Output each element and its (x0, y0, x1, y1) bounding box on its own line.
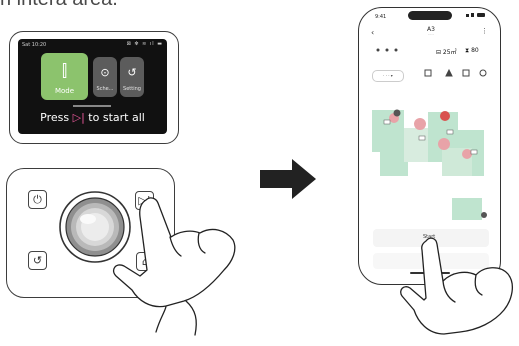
room-3[interactable] (404, 128, 428, 162)
hand-illustration-phone (400, 237, 514, 335)
floor-map[interactable] (372, 109, 487, 221)
phone-notch (408, 11, 452, 20)
phone-illustration-layer (372, 11, 514, 335)
header-icon-row (376, 48, 398, 52)
map-tool-icons[interactable] (424, 68, 487, 77)
room-7[interactable] (452, 198, 482, 220)
room-2[interactable] (380, 140, 408, 176)
phone-status-icons (466, 13, 485, 17)
